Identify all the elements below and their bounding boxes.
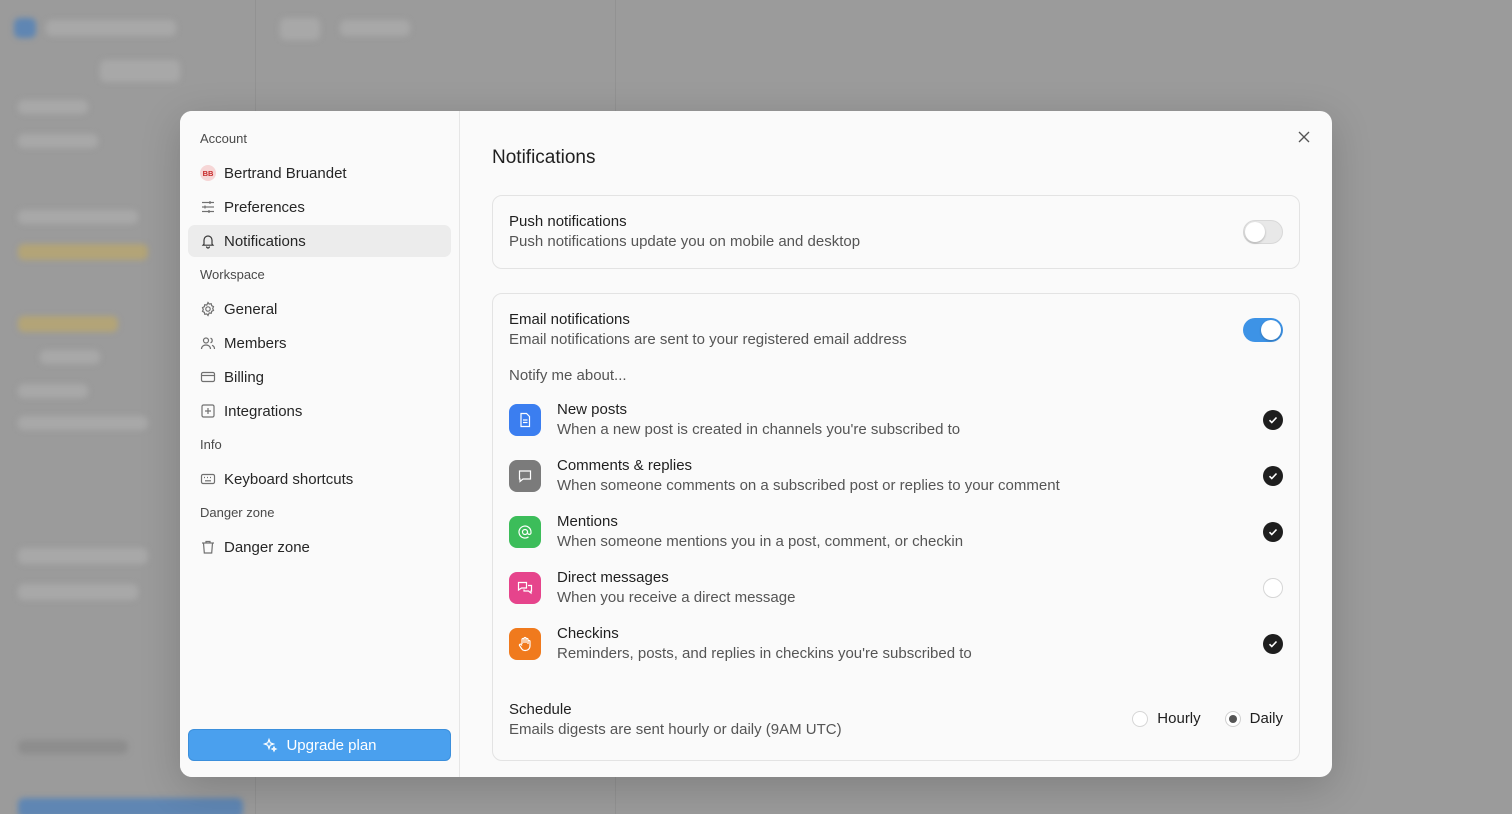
section-label-workspace: Workspace <box>200 267 265 282</box>
list-item-checkins: Checkins Reminders, posts, and replies i… <box>509 616 1283 672</box>
upgrade-plan-button[interactable]: Upgrade plan <box>188 729 451 761</box>
trash-icon <box>200 539 216 555</box>
upgrade-plan-label: Upgrade plan <box>286 736 377 754</box>
email-notifications-title: Email notifications <box>509 311 630 328</box>
schedule-radio-group: Hourly Daily <box>1108 710 1283 727</box>
sidebar-item-label: Billing <box>224 368 265 386</box>
sidebar-item-notifications[interactable]: Notifications <box>188 225 451 257</box>
radio-label: Hourly <box>1157 710 1201 727</box>
messages-icon <box>509 572 541 604</box>
schedule-option-hourly[interactable]: Hourly <box>1132 710 1201 727</box>
list-item-mentions: Mentions When someone mentions you in a … <box>509 504 1283 560</box>
notification-desc: When a new post is created in channels y… <box>557 421 961 438</box>
notification-desc: Reminders, posts, and replies in checkin… <box>557 645 972 662</box>
at-icon <box>509 516 541 548</box>
sliders-icon <box>200 199 216 215</box>
radio-button[interactable] <box>1224 710 1241 727</box>
plus-square-icon <box>200 403 216 419</box>
section-label-account: Account <box>200 131 247 146</box>
credit-card-icon <box>200 369 216 385</box>
checkins-checkbox[interactable] <box>1263 634 1283 654</box>
gear-icon <box>200 301 216 317</box>
list-item-direct-messages: Direct messages When you receive a direc… <box>509 560 1283 616</box>
email-notifications-toggle[interactable] <box>1243 318 1283 342</box>
page-title: Notifications <box>492 147 596 168</box>
schedule-option-daily[interactable]: Daily <box>1224 710 1283 727</box>
sidebar-item-label: General <box>224 300 278 318</box>
sidebar-item-general[interactable]: General <box>188 293 451 325</box>
notification-title: New posts <box>557 401 628 418</box>
sidebar-item-label: Members <box>224 334 287 352</box>
sidebar-item-label: Integrations <box>224 402 303 420</box>
notification-desc: When someone mentions you in a post, com… <box>557 533 964 550</box>
notifications-panel: Notifications Push notifications Push no… <box>460 111 1332 777</box>
sidebar-item-label: Notifications <box>224 232 306 250</box>
settings-sidebar: Account BB Bertrand Bruandet Preferences… <box>180 111 460 777</box>
document-icon <box>509 404 541 436</box>
mentions-checkbox[interactable] <box>1263 522 1283 542</box>
sidebar-item-members[interactable]: Members <box>188 327 451 359</box>
new-posts-checkbox[interactable] <box>1263 410 1283 430</box>
sidebar-item-label: Preferences <box>224 198 305 216</box>
close-icon <box>1298 131 1310 143</box>
push-notifications-toggle[interactable] <box>1243 220 1283 244</box>
sidebar-item-profile[interactable]: BB Bertrand Bruandet <box>188 157 451 189</box>
email-notifications-desc: Email notifications are sent to your reg… <box>509 331 907 348</box>
notification-title: Comments & replies <box>557 457 693 474</box>
list-item-comments-replies: Comments & replies When someone comments… <box>509 448 1283 504</box>
close-button[interactable] <box>1294 127 1314 147</box>
notification-title: Mentions <box>557 513 618 530</box>
sparkles-icon <box>262 737 278 753</box>
direct-messages-checkbox[interactable] <box>1263 578 1283 598</box>
notification-title: Direct messages <box>557 569 669 586</box>
email-notifications-card: Email notifications Email notifications … <box>492 293 1300 761</box>
comments-replies-checkbox[interactable] <box>1263 466 1283 486</box>
users-icon <box>200 335 216 351</box>
hand-icon <box>509 628 541 660</box>
push-notifications-title: Push notifications <box>509 213 627 230</box>
sidebar-item-integrations[interactable]: Integrations <box>188 395 451 427</box>
keyboard-icon <box>200 471 216 487</box>
push-notifications-desc: Push notifications update you on mobile … <box>509 233 861 250</box>
notify-me-label: Notify me about... <box>509 367 627 384</box>
push-notifications-card: Push notifications Push notifications up… <box>492 195 1300 269</box>
radio-button[interactable] <box>1132 710 1149 727</box>
section-label-danger-zone: Danger zone <box>200 505 275 520</box>
settings-modal: Account BB Bertrand Bruandet Preferences… <box>180 111 1332 777</box>
notification-title: Checkins <box>557 625 619 642</box>
sidebar-item-keyboard-shortcuts[interactable]: Keyboard shortcuts <box>188 463 451 495</box>
comment-icon <box>509 460 541 492</box>
list-item-new-posts: New posts When a new post is created in … <box>509 392 1283 448</box>
radio-label: Daily <box>1249 710 1283 727</box>
sidebar-item-preferences[interactable]: Preferences <box>188 191 451 223</box>
sidebar-item-label: Danger zone <box>224 538 310 556</box>
avatar: BB <box>200 165 216 181</box>
notification-desc: When someone comments on a subscribed po… <box>557 477 1060 494</box>
notification-desc: When you receive a direct message <box>557 589 796 606</box>
sidebar-item-billing[interactable]: Billing <box>188 361 451 393</box>
sidebar-item-label: Keyboard shortcuts <box>224 470 354 488</box>
schedule-row: Schedule Emails digests are sent hourly … <box>509 700 1283 744</box>
bell-icon <box>200 233 216 249</box>
section-label-info: Info <box>200 437 222 452</box>
sidebar-item-label: Bertrand Bruandet <box>224 164 347 182</box>
sidebar-item-danger-zone[interactable]: Danger zone <box>188 531 451 563</box>
